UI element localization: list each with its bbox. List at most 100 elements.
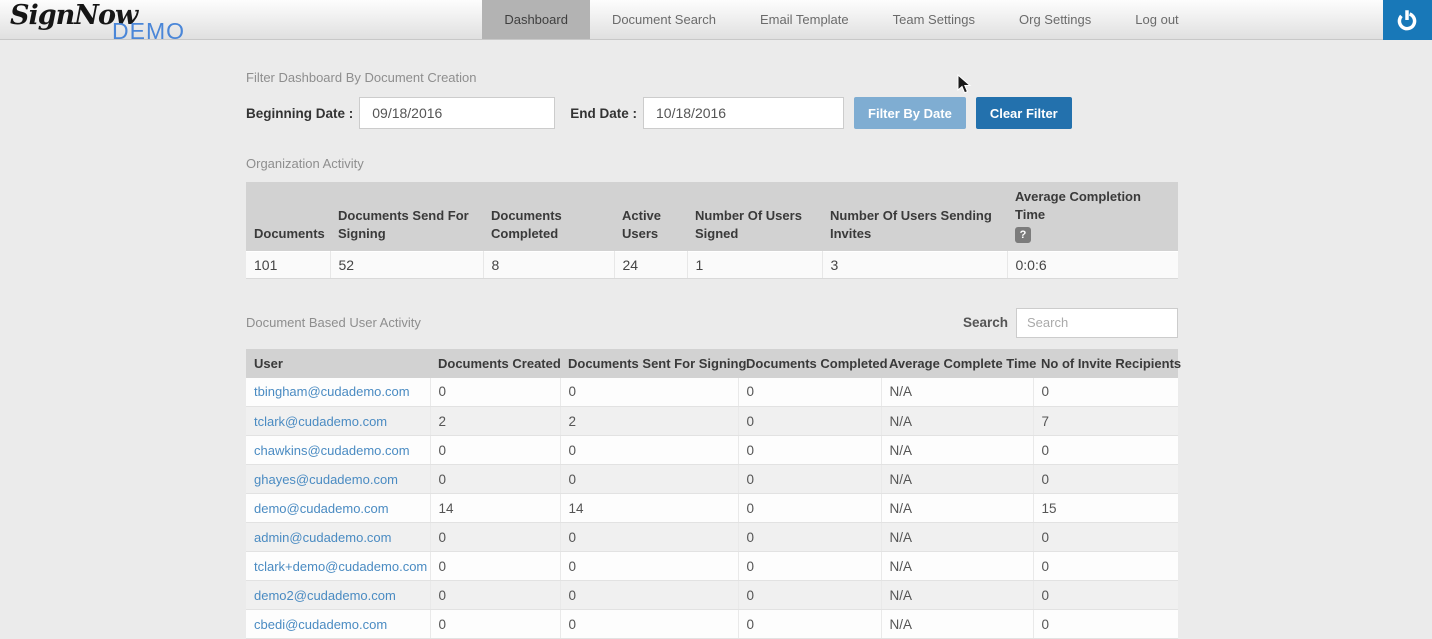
user-stat-cell: 15 <box>1033 494 1178 523</box>
user-stat-cell: 0 <box>430 552 560 581</box>
org-column-label: Number Of Users Sending Invites <box>830 208 992 241</box>
beginning-date-input[interactable] <box>359 97 555 129</box>
org-activity-heading: Organization Activity <box>246 156 1178 171</box>
org-value-cell: 52 <box>330 251 483 278</box>
date-filter-row: Beginning Date : End Date : Filter By Da… <box>246 97 1178 129</box>
user-stat-cell: 0 <box>560 378 738 407</box>
search-control: Search <box>963 308 1178 338</box>
user-stat-cell: 7 <box>1033 407 1178 436</box>
user-stat-cell: 0 <box>738 465 881 494</box>
user-stat-cell: 0 <box>430 610 560 639</box>
user-stat-cell: 0 <box>430 436 560 465</box>
user-stat-cell: 0 <box>560 523 738 552</box>
power-icon <box>1394 7 1420 33</box>
nav-tab-dashboard[interactable]: Dashboard <box>482 0 590 39</box>
brand-demo-label: DEMO <box>112 18 185 45</box>
table-row: admin@cudademo.com000N/A0 <box>246 523 1178 552</box>
user-stat-cell: 0 <box>560 610 738 639</box>
user-stat-cell: 2 <box>560 407 738 436</box>
org-value-cell: 0:0:6 <box>1007 251 1178 278</box>
user-stat-cell: N/A <box>881 494 1033 523</box>
search-input[interactable] <box>1016 308 1178 338</box>
user-stat-cell: 0 <box>430 581 560 610</box>
filter-section-heading: Filter Dashboard By Document Creation <box>246 70 1178 85</box>
user-stat-cell: 2 <box>430 407 560 436</box>
filter-by-date-button[interactable]: Filter By Date <box>854 97 966 129</box>
user-stat-cell: 0 <box>738 610 881 639</box>
user-stat-cell: N/A <box>881 378 1033 407</box>
user-stat-cell: N/A <box>881 610 1033 639</box>
brand-logo[interactable]: SignNow DEMO <box>0 0 300 39</box>
org-column-label: Number Of Users Signed <box>695 208 802 241</box>
nav-tab-email-template[interactable]: Email Template <box>738 0 871 39</box>
user-email-link[interactable]: chawkins@cudademo.com <box>246 436 430 465</box>
nav-tab-log-out[interactable]: Log out <box>1113 0 1200 39</box>
user-stat-cell: 0 <box>1033 581 1178 610</box>
user-email-link[interactable]: demo2@cudademo.com <box>246 581 430 610</box>
user-stat-cell: 0 <box>1033 552 1178 581</box>
user-column-header: Documents Created <box>430 349 560 378</box>
user-email-link[interactable]: tclark+demo@cudademo.com <box>246 552 430 581</box>
nav-tab-team-settings[interactable]: Team Settings <box>871 0 997 39</box>
table-row: tbingham@cudademo.com000N/A0 <box>246 378 1178 407</box>
org-column-label: Documents <box>254 226 325 241</box>
org-column-header: Number Of Users Sending Invites <box>822 182 1007 251</box>
table-row: tclark+demo@cudademo.com000N/A0 <box>246 552 1178 581</box>
user-stat-cell: N/A <box>881 523 1033 552</box>
org-value-cell: 24 <box>614 251 687 278</box>
user-stat-cell: 0 <box>1033 465 1178 494</box>
user-stat-cell: 0 <box>738 436 881 465</box>
table-row: demo2@cudademo.com000N/A0 <box>246 581 1178 610</box>
user-stat-cell: N/A <box>881 581 1033 610</box>
main-nav: Dashboard Document Search Email Template… <box>482 0 1200 39</box>
org-column-header: Documents Send For Signing <box>330 182 483 251</box>
user-stat-cell: 0 <box>1033 378 1178 407</box>
top-navigation-bar: SignNow DEMO Dashboard Document Search E… <box>0 0 1432 40</box>
org-activity-table: Documents Documents Send For Signing Docum… <box>246 182 1178 279</box>
user-stat-cell: 0 <box>560 552 738 581</box>
user-column-header: Documents Sent For Signing <box>560 349 738 378</box>
nav-tab-org-settings[interactable]: Org Settings <box>997 0 1113 39</box>
end-date-label: End Date : <box>570 106 637 121</box>
org-column-label: Documents Completed <box>491 208 562 241</box>
user-stat-cell: N/A <box>881 436 1033 465</box>
search-label: Search <box>963 315 1008 330</box>
beginning-date-label: Beginning Date : <box>246 106 353 121</box>
org-column-label: Average Completion Time <box>1015 189 1141 222</box>
user-email-link[interactable]: tbingham@cudademo.com <box>246 378 430 407</box>
org-column-header: Number Of Users Signed <box>687 182 822 251</box>
table-row: tclark@cudademo.com220N/A7 <box>246 407 1178 436</box>
user-stat-cell: 0 <box>738 494 881 523</box>
dashboard-content: Filter Dashboard By Document Creation Be… <box>246 70 1178 639</box>
table-row: demo@cudademo.com14140N/A15 <box>246 494 1178 523</box>
user-stat-cell: 0 <box>1033 436 1178 465</box>
org-values-row: 10152824130:0:6 <box>246 251 1178 278</box>
user-activity-heading: Document Based User Activity <box>246 315 421 330</box>
user-email-link[interactable]: tclark@cudademo.com <box>246 407 430 436</box>
table-row: ghayes@cudademo.com000N/A0 <box>246 465 1178 494</box>
org-column-header: Documents Completed <box>483 182 614 251</box>
user-stat-cell: 0 <box>738 378 881 407</box>
user-stat-cell: N/A <box>881 407 1033 436</box>
end-date-input[interactable] <box>643 97 844 129</box>
user-stat-cell: 0 <box>738 552 881 581</box>
org-column-header: Active Users <box>614 182 687 251</box>
user-email-link[interactable]: cbedi@cudademo.com <box>246 610 430 639</box>
power-logout-button[interactable] <box>1383 0 1432 40</box>
table-row: cbedi@cudademo.com000N/A0 <box>246 610 1178 639</box>
user-email-link[interactable]: admin@cudademo.com <box>246 523 430 552</box>
user-email-link[interactable]: ghayes@cudademo.com <box>246 465 430 494</box>
org-column-label: Documents Send For Signing <box>338 208 469 241</box>
user-stat-cell: 0 <box>430 465 560 494</box>
user-stat-cell: 0 <box>430 523 560 552</box>
user-stat-cell: 0 <box>560 581 738 610</box>
user-column-header: Documents Completed <box>738 349 881 378</box>
org-column-label: Active Users <box>622 208 661 241</box>
user-stat-cell: 14 <box>430 494 560 523</box>
user-stat-cell: 0 <box>1033 610 1178 639</box>
user-email-link[interactable]: demo@cudademo.com <box>246 494 430 523</box>
clear-filter-button[interactable]: Clear Filter <box>976 97 1072 129</box>
help-icon[interactable]: ? <box>1015 227 1031 243</box>
nav-tab-document-search[interactable]: Document Search <box>590 0 738 39</box>
org-value-cell: 3 <box>822 251 1007 278</box>
